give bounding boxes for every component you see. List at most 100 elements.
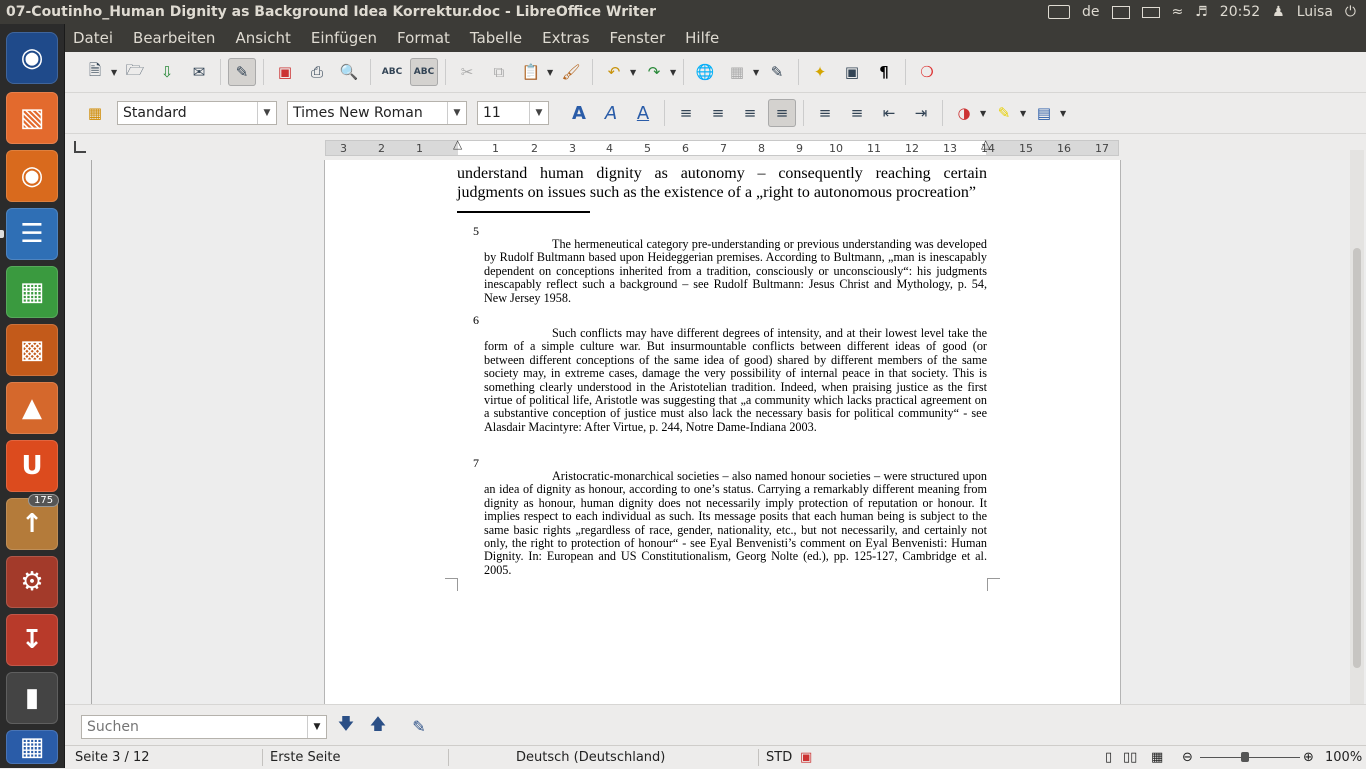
menu-ansicht[interactable]: Ansicht — [227, 29, 302, 47]
italic-icon[interactable]: A — [597, 99, 625, 127]
video-editor-icon[interactable]: ▮ — [6, 672, 58, 724]
zoom-slider-thumb[interactable] — [1241, 752, 1249, 762]
highlight-icon[interactable]: ✎ — [990, 99, 1018, 127]
open-icon[interactable]: 🗁 — [121, 58, 149, 86]
find-replace-icon[interactable]: ✎ — [408, 715, 430, 737]
clock[interactable]: 20:52 — [1220, 4, 1260, 20]
chevron-down-icon[interactable]: ▼ — [447, 102, 466, 124]
bullets-icon[interactable]: ≡ — [843, 99, 871, 127]
search-field[interactable]: ▼ — [81, 715, 327, 739]
email-icon[interactable]: ✉ — [185, 58, 213, 86]
keyboard-icon[interactable] — [1048, 5, 1070, 19]
software-center-icon[interactable]: ▲ — [6, 382, 58, 434]
paragraph-style-select[interactable]: Standard ▼ — [117, 101, 277, 125]
font-name-select[interactable]: Times New Roman ▼ — [287, 101, 467, 125]
clone-formatting-icon[interactable]: 🖌 — [557, 58, 585, 86]
power-icon[interactable]: ⏻ — [1345, 4, 1356, 20]
cut-icon[interactable]: ✂ — [453, 58, 481, 86]
spellcheck-icon[interactable]: ABC — [378, 58, 406, 86]
scrollbar-thumb[interactable] — [1353, 248, 1361, 668]
gallery-icon[interactable]: ▣ — [838, 58, 866, 86]
ruler-scale[interactable]: 3 2 1 1 2 3 4 5 6 7 8 9 10 11 12 13 14 1… — [325, 137, 1119, 156]
save-icon[interactable]: ⇩ — [153, 58, 181, 86]
font-color-icon[interactable]: ◑ — [950, 99, 978, 127]
footnote-text[interactable]: The hermeneutical category pre-understan… — [484, 237, 987, 305]
keyboard-layout[interactable]: de — [1082, 4, 1100, 20]
autospellcheck-icon[interactable]: ABC — [410, 58, 438, 86]
help-icon[interactable]: ❍ — [913, 58, 941, 86]
firefox-icon[interactable]: ◉ — [6, 150, 58, 202]
highlight-dropdown-icon[interactable]: ▼ — [1020, 109, 1028, 118]
increase-indent-icon[interactable]: ⇥ — [907, 99, 935, 127]
update-manager-icon[interactable]: ↑ 175 — [6, 494, 60, 550]
styles-icon[interactable]: ▦ — [81, 99, 109, 127]
zoom-in-icon[interactable]: ⊕ — [1303, 750, 1314, 765]
wifi-icon[interactable]: ≈ — [1172, 4, 1184, 20]
page-count[interactable]: Seite 3 / 12 — [75, 750, 150, 765]
user-icon[interactable]: ♟ — [1272, 4, 1285, 20]
ubuntu-one-icon[interactable]: U — [6, 440, 58, 492]
footnote-text[interactable]: Such conflicts may have different degree… — [484, 326, 987, 434]
multi-page-view-icon[interactable]: ▯▯ — [1123, 750, 1137, 765]
paste-icon[interactable]: 📋 — [517, 58, 545, 86]
ubuntu-logo-icon[interactable]: ◉ — [6, 32, 58, 84]
menu-einfuegen[interactable]: Einfügen — [303, 29, 389, 47]
document-language[interactable]: Deutsch (Deutschland) — [516, 750, 665, 765]
zoom-out-icon[interactable]: ⊖ — [1182, 750, 1193, 765]
new-dropdown-icon[interactable]: ▼ — [111, 68, 119, 77]
decrease-indent-icon[interactable]: ⇤ — [875, 99, 903, 127]
redo-icon[interactable]: ↷ — [640, 58, 668, 86]
zoom-slider[interactable] — [1200, 757, 1300, 758]
bold-icon[interactable]: A — [565, 99, 593, 127]
menu-fenster[interactable]: Fenster — [602, 29, 678, 47]
book-view-icon[interactable]: ▦ — [1151, 750, 1163, 765]
font-size-select[interactable]: 11 ▼ — [477, 101, 549, 125]
navigator-icon[interactable]: ✦ — [806, 58, 834, 86]
body-text[interactable]: understand human dignity as autonomy – c… — [457, 160, 987, 202]
document-canvas[interactable]: understand human dignity as autonomy – c… — [65, 160, 1350, 704]
background-dropdown-icon[interactable]: ▼ — [1060, 109, 1068, 118]
numbering-icon[interactable]: ≡ — [811, 99, 839, 127]
font-color-dropdown-icon[interactable]: ▼ — [980, 109, 988, 118]
chevron-down-icon[interactable]: ▼ — [257, 102, 276, 124]
print-icon[interactable]: ⎙ — [303, 58, 331, 86]
chevron-down-icon[interactable]: ▼ — [307, 716, 326, 738]
vertical-scrollbar[interactable] — [1350, 150, 1364, 704]
edit-mode-icon[interactable]: ✎ — [228, 58, 256, 86]
print-preview-icon[interactable]: 🔍 — [335, 58, 363, 86]
usb-creator-icon[interactable]: ↧ — [6, 614, 58, 666]
underline-icon[interactable]: A — [629, 99, 657, 127]
tab-stop-type-icon[interactable] — [74, 141, 86, 153]
align-right-icon[interactable]: ≡ — [736, 99, 764, 127]
undo-icon[interactable]: ↶ — [600, 58, 628, 86]
menu-datei[interactable]: Datei — [65, 29, 125, 47]
writer-icon[interactable]: ☰ — [6, 208, 58, 260]
footnote-text[interactable]: Aristocratic-monarchical societies – als… — [484, 469, 987, 577]
align-left-icon[interactable]: ≡ — [672, 99, 700, 127]
calc-icon[interactable]: ▦ — [6, 266, 58, 318]
search-input[interactable] — [82, 716, 309, 738]
redo-dropdown-icon[interactable]: ▼ — [670, 68, 678, 77]
hyperlink-icon[interactable]: 🌐 — [691, 58, 719, 86]
background-color-icon[interactable]: ▤ — [1030, 99, 1058, 127]
export-pdf-icon[interactable]: ▣ — [271, 58, 299, 86]
horizontal-ruler[interactable]: 3 2 1 1 2 3 4 5 6 7 8 9 10 11 12 13 14 1… — [65, 134, 1366, 160]
find-next-icon[interactable]: 🡇 — [335, 714, 357, 737]
volume-icon[interactable]: ♬ — [1195, 4, 1208, 20]
find-previous-icon[interactable]: 🡅 — [367, 714, 389, 737]
document-page[interactable]: understand human dignity as autonomy – c… — [324, 160, 1121, 704]
table-icon[interactable]: ▦ — [723, 58, 751, 86]
justify-icon[interactable]: ≡ — [768, 99, 796, 127]
zoom-level[interactable]: 100% — [1325, 750, 1362, 765]
files-icon[interactable]: ▧ — [6, 92, 58, 144]
menu-extras[interactable]: Extras — [534, 29, 601, 47]
page-style[interactable]: Erste Seite — [270, 750, 341, 765]
right-indent-marker-icon[interactable]: △ — [981, 137, 990, 151]
paste-dropdown-icon[interactable]: ▼ — [547, 68, 555, 77]
formatting-marks-icon[interactable]: ¶ — [870, 58, 898, 86]
align-center-icon[interactable]: ≡ — [704, 99, 732, 127]
table-dropdown-icon[interactable]: ▼ — [753, 68, 761, 77]
workspace-switcher-icon[interactable]: ▦ — [6, 730, 58, 764]
menu-hilfe[interactable]: Hilfe — [677, 29, 731, 47]
mail-icon[interactable] — [1111, 5, 1130, 19]
